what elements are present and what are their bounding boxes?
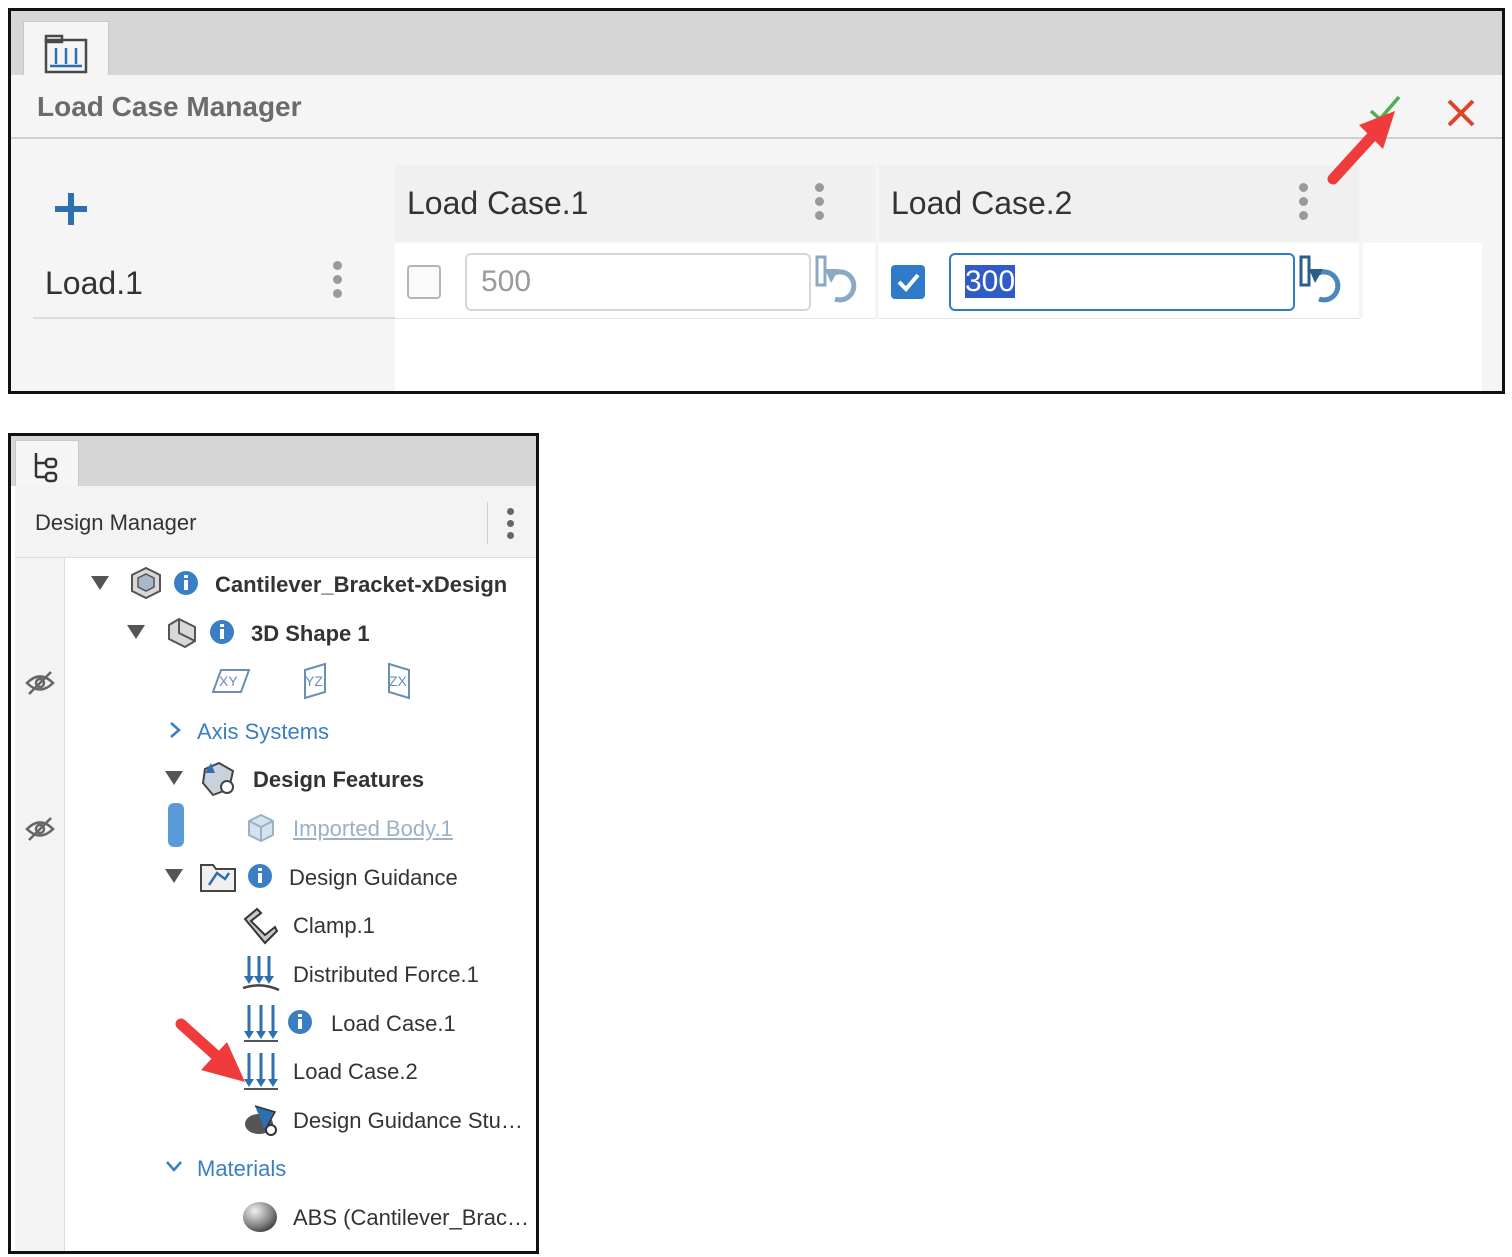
annotation-arrow	[1327, 111, 1395, 185]
tree-label: 3D Shape 1	[251, 621, 370, 646]
folder-icon	[200, 864, 236, 892]
tree-item-clamp[interactable]: Clamp.1	[11, 905, 536, 945]
svg-text:ZX: ZX	[389, 673, 408, 689]
tree-item-material[interactable]: ABS (Cantilever_Brac…	[11, 1197, 536, 1237]
tab-bar	[11, 11, 1502, 78]
tree-label: Load Case.1	[331, 1011, 456, 1036]
tree-label: Imported Body.1	[293, 816, 453, 841]
tree-label: Distributed Force.1	[293, 962, 479, 987]
info-icon[interactable]	[173, 570, 199, 596]
tree-label: Cantilever_Bracket-xDesign	[215, 572, 508, 597]
row-label: Load.1	[45, 265, 143, 301]
tree-icon	[34, 453, 58, 483]
load-value-input[interactable]: 500	[465, 253, 811, 311]
collapse-triangle-icon[interactable]	[165, 869, 183, 883]
grid-blank	[395, 319, 1482, 391]
shape-icon	[168, 617, 196, 649]
reset-value-icon[interactable]	[1297, 253, 1347, 309]
tree-item-design-features[interactable]: Design Features	[11, 759, 536, 799]
tab-load-case-manager[interactable]	[23, 21, 109, 78]
load-case-grid: Load Case.1 Load Case.2 Load.1 500 300	[11, 141, 1502, 391]
panel-header: Load Case Manager	[11, 75, 1502, 139]
plane-xy-icon[interactable]: XY	[211, 666, 251, 696]
plane-zx-icon[interactable]: ZX	[385, 662, 415, 700]
enable-checkbox[interactable]	[407, 265, 441, 299]
column-menu-icon[interactable]	[815, 183, 825, 225]
tree-item-design-guidance-study[interactable]: Design Guidance Stu…	[11, 1100, 536, 1140]
svg-text:XY: XY	[219, 673, 238, 689]
tree-item-design-guidance[interactable]: Design Guidance	[11, 857, 536, 897]
info-icon[interactable]	[287, 1009, 313, 1035]
tree-label: Axis Systems	[197, 719, 330, 744]
column-label: Load Case.1	[407, 185, 589, 221]
tab-bar	[11, 436, 536, 488]
column-header-load-case-1[interactable]: Load Case.1	[395, 165, 875, 241]
collapse-triangle-icon[interactable]	[91, 576, 109, 590]
collapse-triangle-icon[interactable]	[165, 771, 183, 785]
clamp-icon	[243, 907, 279, 945]
enable-checkbox-checked[interactable]	[891, 265, 925, 299]
study-icon	[245, 1105, 277, 1136]
body-icon	[248, 813, 274, 843]
tree-item-root[interactable]: Cantilever_Bracket-xDesign	[11, 564, 536, 604]
tree-item-axis-systems[interactable]: Axis Systems	[11, 711, 536, 751]
selected-value: 300	[965, 265, 1016, 298]
reset-value-icon[interactable]	[813, 253, 863, 309]
row-header-load-1[interactable]: Load.1	[33, 243, 395, 319]
tree-item-distributed-force[interactable]: Distributed Force.1	[11, 954, 536, 994]
load-case-manager-panel: Load Case Manager Load Case.1 Load Case.…	[8, 8, 1505, 394]
tree-item-load-case-1[interactable]: Load Case.1	[11, 1003, 536, 1043]
row-menu-icon[interactable]	[333, 261, 343, 303]
load-value-input-active[interactable]: 300	[949, 253, 1295, 311]
tree-item-imported-body[interactable]: Imported Body.1	[11, 808, 536, 848]
assembly-icon	[131, 566, 161, 600]
info-icon[interactable]	[209, 619, 235, 645]
column-menu-icon[interactable]	[1299, 183, 1309, 225]
design-manager-panel: Design Manager Cantilever_Bracket-xDesig…	[8, 433, 539, 1254]
panel-title: Load Case Manager	[37, 91, 302, 122]
header-divider	[487, 502, 488, 544]
tree-label: Design Guidance Stu…	[293, 1108, 523, 1133]
tree-label: Clamp.1	[293, 913, 375, 938]
column-header-load-case-2[interactable]: Load Case.2	[879, 165, 1359, 241]
panel-title: Design Manager	[35, 510, 197, 535]
chevron-right-icon[interactable]	[169, 721, 181, 739]
tree-label: Materials	[197, 1156, 287, 1181]
chevron-down-icon[interactable]	[165, 1160, 183, 1172]
cell-load1-case1: 500	[395, 243, 875, 319]
panel-menu-icon[interactable]	[507, 508, 514, 544]
tree-label: Design Guidance	[289, 865, 458, 890]
material-sphere-icon	[243, 1202, 277, 1232]
design-features-icon	[201, 761, 235, 797]
column-label: Load Case.2	[891, 185, 1073, 221]
tree-item-3d-shape[interactable]: 3D Shape 1	[11, 613, 536, 653]
panel-header: Design Manager	[15, 486, 536, 558]
svg-text:YZ: YZ	[305, 673, 323, 689]
cell-load1-case2: 300	[879, 243, 1359, 319]
tree-label: Design Features	[253, 767, 425, 792]
annotation-arrow	[175, 1018, 245, 1082]
distributed-force-icon	[242, 956, 280, 992]
tree-item-planes: XY YZ ZX	[11, 662, 536, 702]
tree-item-load-case-2[interactable]: Load Case.2	[11, 1051, 536, 1091]
add-load-case-button[interactable]	[53, 191, 89, 227]
plane-yz-icon[interactable]: YZ	[301, 662, 331, 700]
check-icon	[897, 273, 920, 292]
collapse-triangle-icon[interactable]	[127, 625, 145, 639]
tree-label: Load Case.2	[293, 1059, 418, 1084]
tab-design-manager[interactable]	[15, 440, 79, 488]
close-icon[interactable]	[1443, 95, 1479, 131]
load-case-manager-icon	[44, 34, 88, 74]
tree-item-materials[interactable]: Materials	[11, 1148, 536, 1188]
grid-blank	[1363, 243, 1482, 319]
info-icon[interactable]	[247, 863, 273, 889]
tree-label: ABS (Cantilever_Brac…	[293, 1205, 529, 1230]
